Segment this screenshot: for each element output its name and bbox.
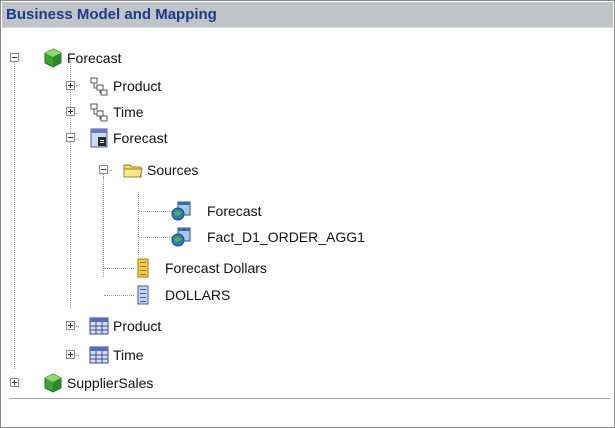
- tree-node-time-table[interactable]: Time: [9, 342, 309, 368]
- measure-column-icon: [133, 258, 153, 278]
- tree-node-forecast-fact[interactable]: Forecast: [9, 125, 309, 151]
- expand-toggle[interactable]: [66, 350, 75, 359]
- tree-node-fact-d1-order-agg1[interactable]: Fact_D1_ORDER_AGG1: [9, 224, 409, 250]
- tree-node-label: Forecast Dollars: [165, 260, 267, 276]
- dimension-table-icon: [89, 316, 109, 336]
- tree-node-label: Product: [113, 78, 162, 94]
- column-icon: [133, 285, 153, 305]
- expand-toggle[interactable]: [66, 81, 75, 90]
- business-model-panel: Business Model and Mapping Forecast Prod…: [0, 0, 615, 428]
- cube-icon: [43, 373, 63, 393]
- tree-node-dollars[interactable]: DOLLARS: [9, 282, 309, 308]
- tree-node-time-hierarchy[interactable]: Time: [9, 99, 309, 125]
- tree-node-label: Sources: [147, 162, 199, 178]
- panel-title: Business Model and Mapping: [2, 2, 613, 28]
- tree-node-forecast-model[interactable]: Forecast: [9, 45, 309, 71]
- collapse-toggle[interactable]: [66, 133, 75, 142]
- tree-node-suppliersales-model[interactable]: SupplierSales: [9, 370, 309, 396]
- fact-table-icon: [89, 128, 109, 148]
- tree-node-label: Forecast: [113, 130, 168, 146]
- tree-node-label: Forecast: [67, 50, 122, 66]
- tree-node-forecast-source[interactable]: Forecast: [9, 198, 309, 224]
- tree-node-label: DOLLARS: [165, 287, 231, 303]
- tree-node-product-table[interactable]: Product: [9, 313, 309, 339]
- tree-node-label: Fact_D1_ORDER_AGG1: [207, 229, 365, 245]
- tree-node-label: SupplierSales: [67, 375, 154, 391]
- hierarchy-icon: [89, 102, 109, 122]
- tree-node-product-hierarchy[interactable]: Product: [9, 73, 309, 99]
- tree-node-sources[interactable]: Sources: [9, 157, 309, 183]
- tree-node-label: Forecast: [207, 203, 262, 219]
- tree-node-label: Time: [113, 104, 144, 120]
- tree-node-forecast-dollars[interactable]: Forecast Dollars: [9, 255, 409, 281]
- hierarchy-icon: [89, 76, 109, 96]
- cube-icon: [43, 48, 63, 68]
- collapse-toggle[interactable]: [99, 165, 108, 174]
- tree-view[interactable]: Forecast Product Time Forecast Sources F…: [9, 37, 610, 397]
- dimension-table-icon: [89, 345, 109, 365]
- tree-bottom-border: [9, 398, 610, 399]
- expand-toggle[interactable]: [10, 378, 19, 387]
- folder-icon: [123, 160, 143, 180]
- tree-node-label: Product: [113, 318, 162, 334]
- logical-source-icon: [171, 227, 191, 247]
- expand-toggle[interactable]: [66, 107, 75, 116]
- tree-node-label: Time: [113, 347, 144, 363]
- expand-toggle[interactable]: [66, 321, 75, 330]
- logical-source-icon: [171, 201, 191, 221]
- collapse-toggle[interactable]: [10, 53, 19, 62]
